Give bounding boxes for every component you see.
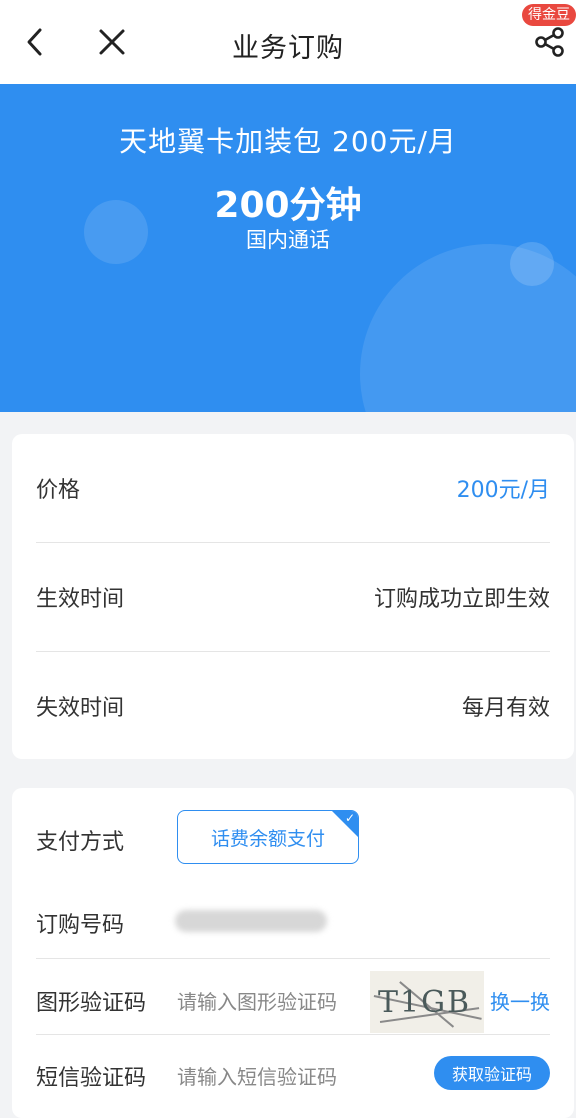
price-value: 200元/月 [456, 478, 550, 503]
package-subtitle: 国内通话 [246, 228, 330, 252]
effective-time-label: 生效时间 [36, 587, 125, 612]
payment-option-label: 话费余额支付 [210, 827, 325, 850]
gold-bean-badge[interactable]: 得金豆 [522, 4, 576, 26]
expiry-time-label: 失效时间 [36, 696, 125, 721]
captcha-image[interactable]: T1GB [370, 971, 484, 1033]
check-icon: ✓ [344, 811, 355, 825]
divider [36, 1034, 550, 1035]
package-title: 天地翼卡加装包 200元/月 [119, 125, 457, 158]
captcha-label: 图形验证码 [36, 991, 147, 1016]
price-label: 价格 [36, 478, 81, 503]
captcha-text: T1GB [378, 985, 472, 1020]
order-form-card: 支付方式 话费余额支付 ✓ 订购号码 图形验证码 请输入图形验证码 T1GB 换… [12, 788, 574, 1118]
order-number-label: 订购号码 [36, 913, 125, 938]
share-icon [535, 27, 564, 57]
expiry-time-value: 每月有效 [461, 696, 550, 721]
package-minutes: 200分钟 [214, 185, 362, 226]
package-banner: 天地翼卡加装包 200元/月 200分钟 国内通话 [0, 84, 576, 412]
sms-code-label: 短信验证码 [36, 1066, 147, 1091]
order-number-masked [175, 910, 327, 932]
info-row-effective-time: 生效时间 订购成功立即生效 [36, 543, 550, 651]
effective-time-value: 订购成功立即生效 [373, 587, 550, 612]
payment-option-balance[interactable]: 话费余额支付 ✓ [177, 810, 359, 864]
info-row-price: 价格 200元/月 [36, 434, 550, 542]
sms-code-input[interactable]: 请输入短信验证码 [177, 1061, 337, 1090]
share-button[interactable] [530, 22, 570, 62]
get-sms-code-button[interactable]: 获取验证码 [434, 1056, 550, 1090]
captcha-input[interactable]: 请输入图形验证码 [177, 986, 337, 1015]
divider [36, 958, 550, 959]
info-row-expiry-time: 失效时间 每月有效 [36, 652, 550, 760]
captcha-refresh-link[interactable]: 换一换 [490, 986, 550, 1015]
payment-method-label: 支付方式 [36, 830, 125, 855]
page-title: 业务订购 [232, 33, 344, 64]
top-navbar: 业务订购 得金豆 [0, 0, 576, 85]
package-info-card: 价格 200元/月 生效时间 订购成功立即生效 失效时间 每月有效 [12, 434, 574, 759]
